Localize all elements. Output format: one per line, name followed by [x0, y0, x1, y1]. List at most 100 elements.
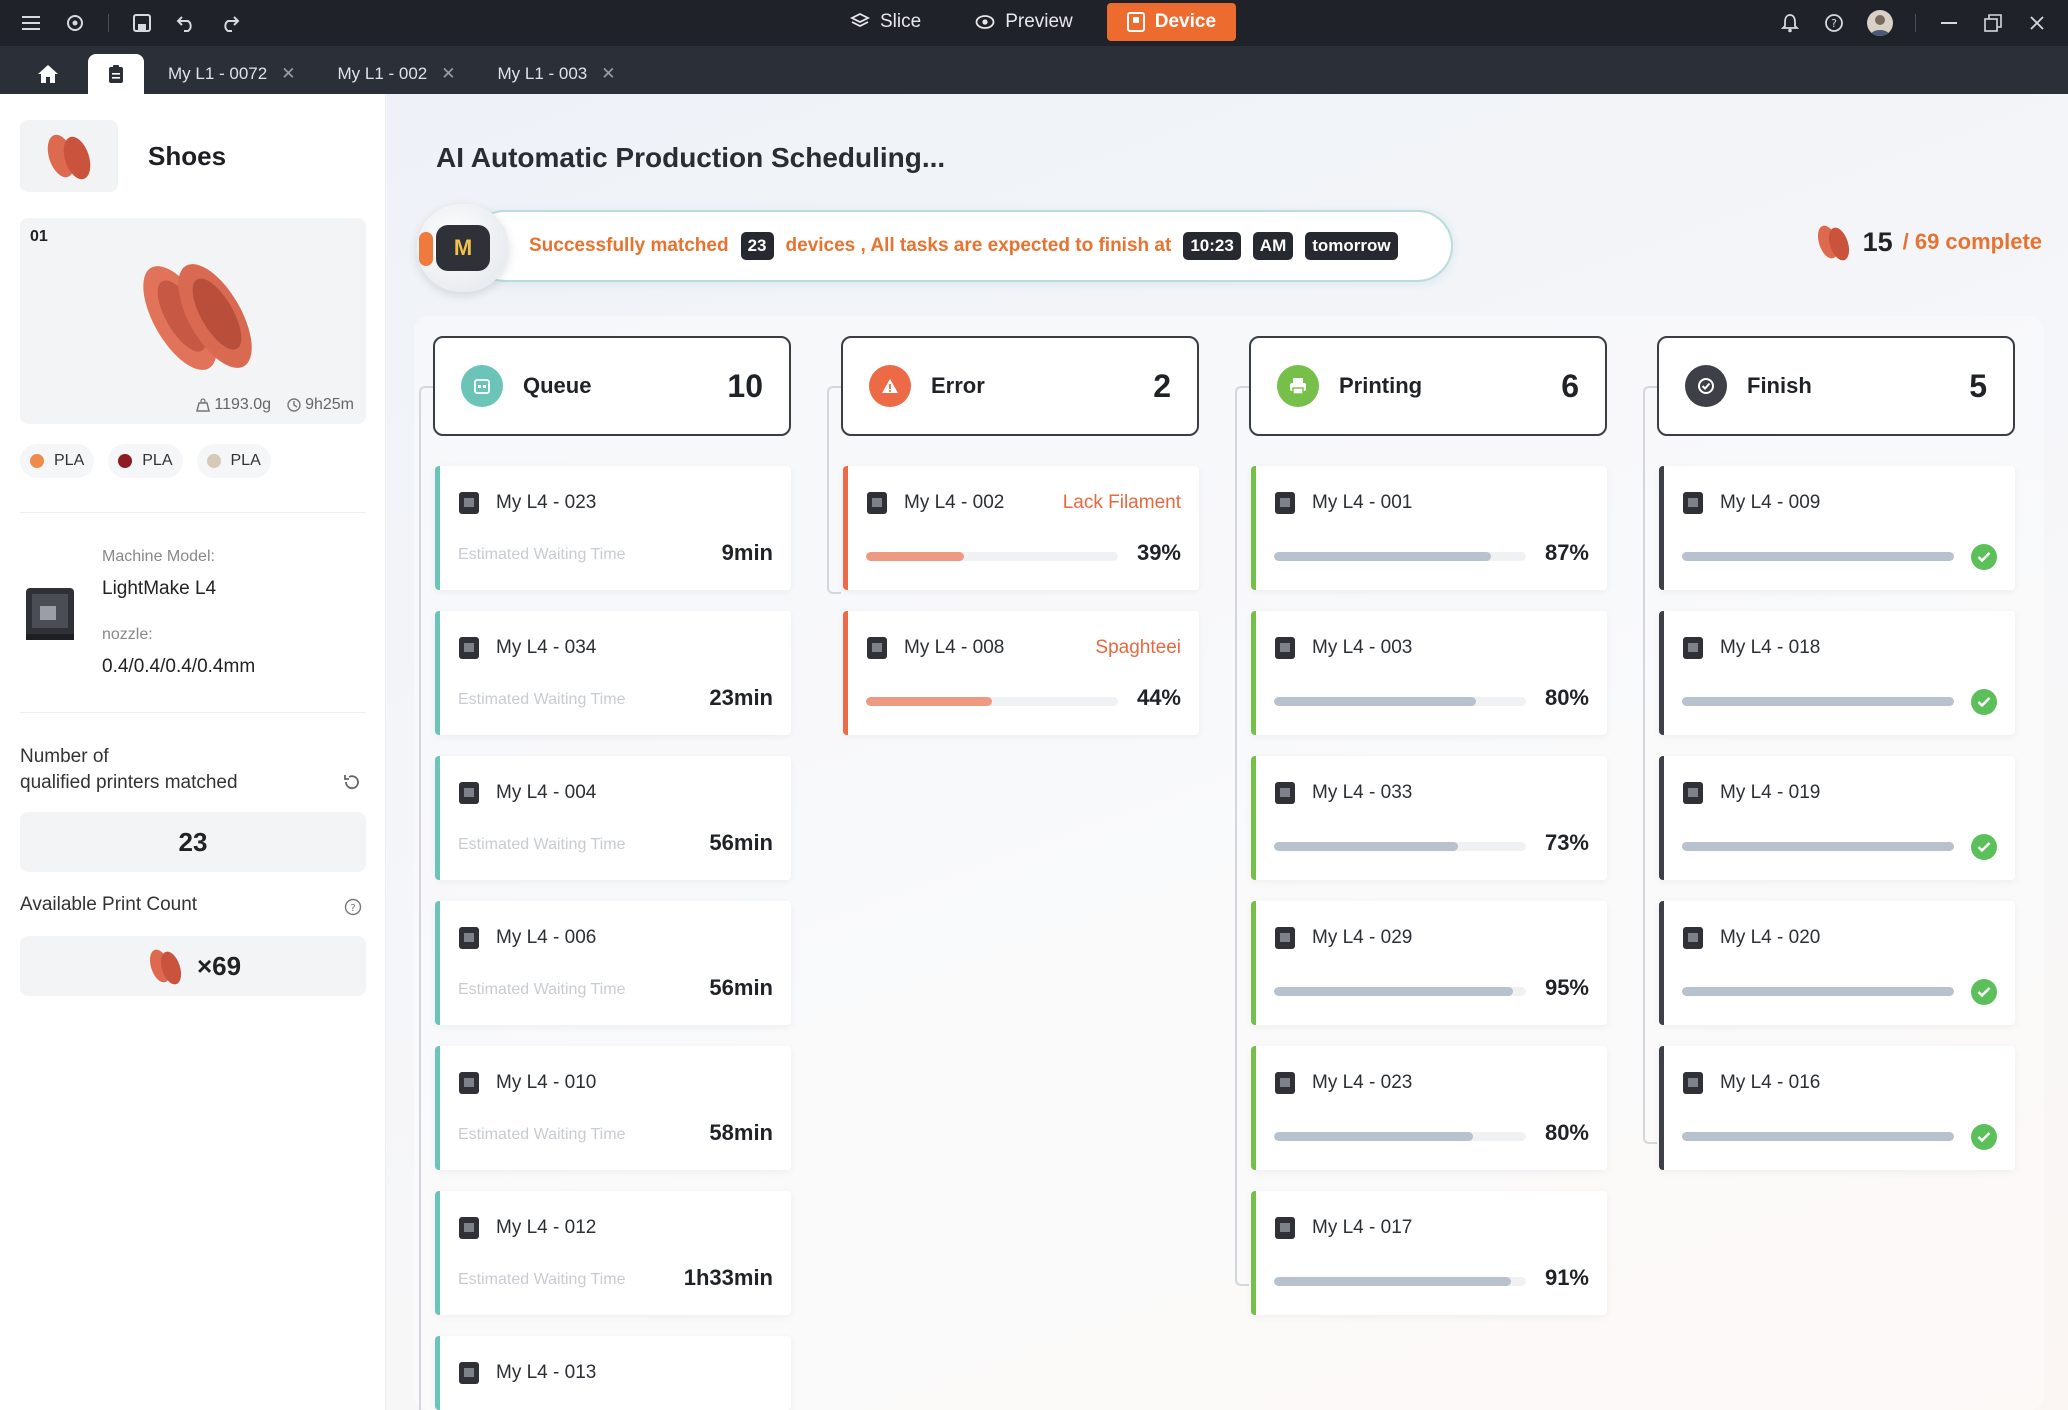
minimize-icon[interactable] — [1938, 12, 1960, 34]
wait-time-label: Estimated Waiting Time — [458, 546, 626, 563]
printer-icon — [866, 491, 888, 520]
printing-card[interactable]: My L4 - 017 91% — [1251, 1191, 1607, 1315]
error-card[interactable]: My L4 - 002 Lack Filament 39% — [843, 466, 1199, 590]
plate-meta: 1193.0g 9h25m — [196, 396, 354, 414]
user-avatar[interactable] — [1867, 10, 1893, 36]
slice-mode-button[interactable]: Slice — [830, 3, 941, 41]
file-tab[interactable]: My L1 - 003 ✕ — [480, 54, 634, 94]
close-tab-icon[interactable]: ✕ — [281, 64, 295, 84]
home-icon — [38, 65, 58, 83]
device-name: My L4 - 008 — [904, 637, 1005, 658]
page-title: AI Automatic Production Scheduling... — [436, 142, 946, 173]
device-name: My L4 - 012 — [496, 1217, 597, 1238]
redo-icon[interactable] — [219, 12, 241, 34]
available-print-count-title: Available Print Count — [20, 894, 198, 915]
finish-card[interactable]: My L4 - 018 — [1659, 611, 2015, 735]
error-card[interactable]: My L4 - 008 Spaghteei 44% — [843, 611, 1199, 735]
undo-icon[interactable] — [175, 12, 197, 34]
finish-card[interactable]: My L4 - 019 — [1659, 756, 2015, 880]
finish-column-header[interactable]: Finish 5 — [1657, 336, 2015, 436]
progress-percent: 39% — [1136, 540, 1181, 565]
weight-value: 1193.0g — [214, 396, 272, 413]
filament-label: PLA — [142, 452, 173, 469]
layers-icon — [850, 12, 870, 28]
progress-fill — [1274, 697, 1476, 706]
queue-card[interactable]: My L4 - 006 Estimated Waiting Time 56min — [435, 901, 791, 1025]
refresh-icon[interactable] — [342, 772, 362, 797]
device-name: My L4 - 016 — [1720, 1072, 1821, 1093]
queue-card[interactable]: My L4 - 004 Estimated Waiting Time 56min — [435, 756, 791, 880]
machine-model-label: Machine Model: — [102, 548, 215, 565]
filament-chip[interactable]: PLA — [196, 444, 271, 478]
printer-icon — [1682, 491, 1704, 520]
printer-icon — [458, 491, 480, 520]
progress-bar — [1274, 552, 1526, 561]
printing-card[interactable]: My L4 - 029 95% — [1251, 901, 1607, 1025]
task-list-tab[interactable] — [88, 54, 144, 94]
close-tab-icon[interactable]: ✕ — [441, 64, 455, 84]
clipboard-icon — [109, 65, 123, 83]
preview-mode-button[interactable]: Preview — [955, 3, 1093, 41]
device-name: My L4 - 001 — [1312, 492, 1413, 513]
queue-card[interactable]: My L4 - 023 Estimated Waiting Time 9min — [435, 466, 791, 590]
printing-card[interactable]: My L4 - 003 80% — [1251, 611, 1607, 735]
queue-column-header[interactable]: Queue 10 — [433, 336, 791, 436]
printing-column-header[interactable]: Printing 6 — [1249, 336, 1607, 436]
finish-card[interactable]: My L4 - 016 — [1659, 1046, 2015, 1170]
device-name: My L4 - 017 — [1312, 1217, 1413, 1238]
file-tab-label: My L1 - 003 — [497, 64, 588, 83]
printer-icon — [458, 1361, 480, 1390]
overall-progress: 15 / 69 complete — [1813, 222, 2042, 262]
progress-fill — [1274, 552, 1491, 561]
banner-text-1: Successfully matched — [529, 235, 729, 256]
queue-card[interactable]: My L4 - 010 Estimated Waiting Time 58min — [435, 1046, 791, 1170]
product-header: Shoes — [20, 120, 226, 192]
queue-card[interactable]: My L4 - 012 Estimated Waiting Time 1h33m… — [435, 1191, 791, 1315]
close-window-icon[interactable] — [2026, 12, 2048, 34]
nozzle-label: nozzle: — [102, 626, 153, 643]
filament-color-dot — [206, 454, 221, 468]
close-tab-icon[interactable]: ✕ — [601, 64, 615, 84]
finish-card[interactable]: My L4 - 020 — [1659, 901, 2015, 1025]
device-name: My L4 - 002 — [904, 492, 1005, 513]
home-tab[interactable] — [20, 54, 76, 94]
restore-icon[interactable] — [1982, 12, 2004, 34]
column-connector — [1643, 386, 1657, 1144]
warning-icon — [869, 365, 911, 407]
wait-time-value: 1h33min — [683, 1265, 773, 1290]
printing-card[interactable]: My L4 - 033 73% — [1251, 756, 1607, 880]
time-info: 9h25m — [287, 396, 354, 414]
printer-icon — [1682, 1071, 1704, 1100]
help-icon[interactable]: ? — [1823, 12, 1845, 34]
queue-card[interactable]: My L4 - 034 Estimated Waiting Time 23min — [435, 611, 791, 735]
help-icon[interactable]: ? — [344, 898, 362, 921]
file-tab[interactable]: My L1 - 002 ✕ — [319, 54, 473, 94]
settings-icon[interactable] — [64, 12, 86, 34]
printer-icon — [1274, 636, 1296, 665]
printing-card[interactable]: My L4 - 023 80% — [1251, 1046, 1607, 1170]
queue-card[interactable]: My L4 - 013 — [435, 1336, 791, 1410]
plate-card[interactable]: 01 1193.0g 9h25m — [20, 218, 366, 424]
wait-time-value: 58min — [709, 1120, 773, 1145]
notification-bell-icon[interactable] — [1779, 12, 1801, 34]
wait-time-label: Estimated Waiting Time — [458, 1126, 626, 1143]
progress-percent: 91% — [1544, 1265, 1589, 1290]
printer-icon — [1682, 926, 1704, 955]
filament-chip[interactable]: PLA — [108, 444, 183, 478]
save-icon[interactable] — [131, 12, 153, 34]
column-connector — [1235, 386, 1249, 1286]
device-name: My L4 - 009 — [1720, 492, 1821, 513]
error-column-header[interactable]: Error 2 — [841, 336, 1199, 436]
printing-card[interactable]: My L4 - 001 87% — [1251, 466, 1607, 590]
product-thumbnail[interactable] — [20, 120, 118, 192]
file-tab[interactable]: My L1 - 0072 ✕ — [150, 54, 313, 94]
finish-card[interactable]: My L4 - 009 — [1659, 466, 2015, 590]
device-mode-button[interactable]: Device — [1106, 3, 1237, 41]
completed-count: 15 — [1862, 226, 1893, 257]
wait-time-value: 56min — [709, 830, 773, 855]
filament-chip[interactable]: PLA — [20, 444, 95, 478]
weight-info: 1193.0g — [196, 396, 271, 414]
available-print-count: ×69 — [20, 936, 366, 996]
schedule-summary: Successfully matched 23 devices , All ta… — [469, 210, 1453, 282]
menu-icon[interactable] — [20, 12, 42, 34]
